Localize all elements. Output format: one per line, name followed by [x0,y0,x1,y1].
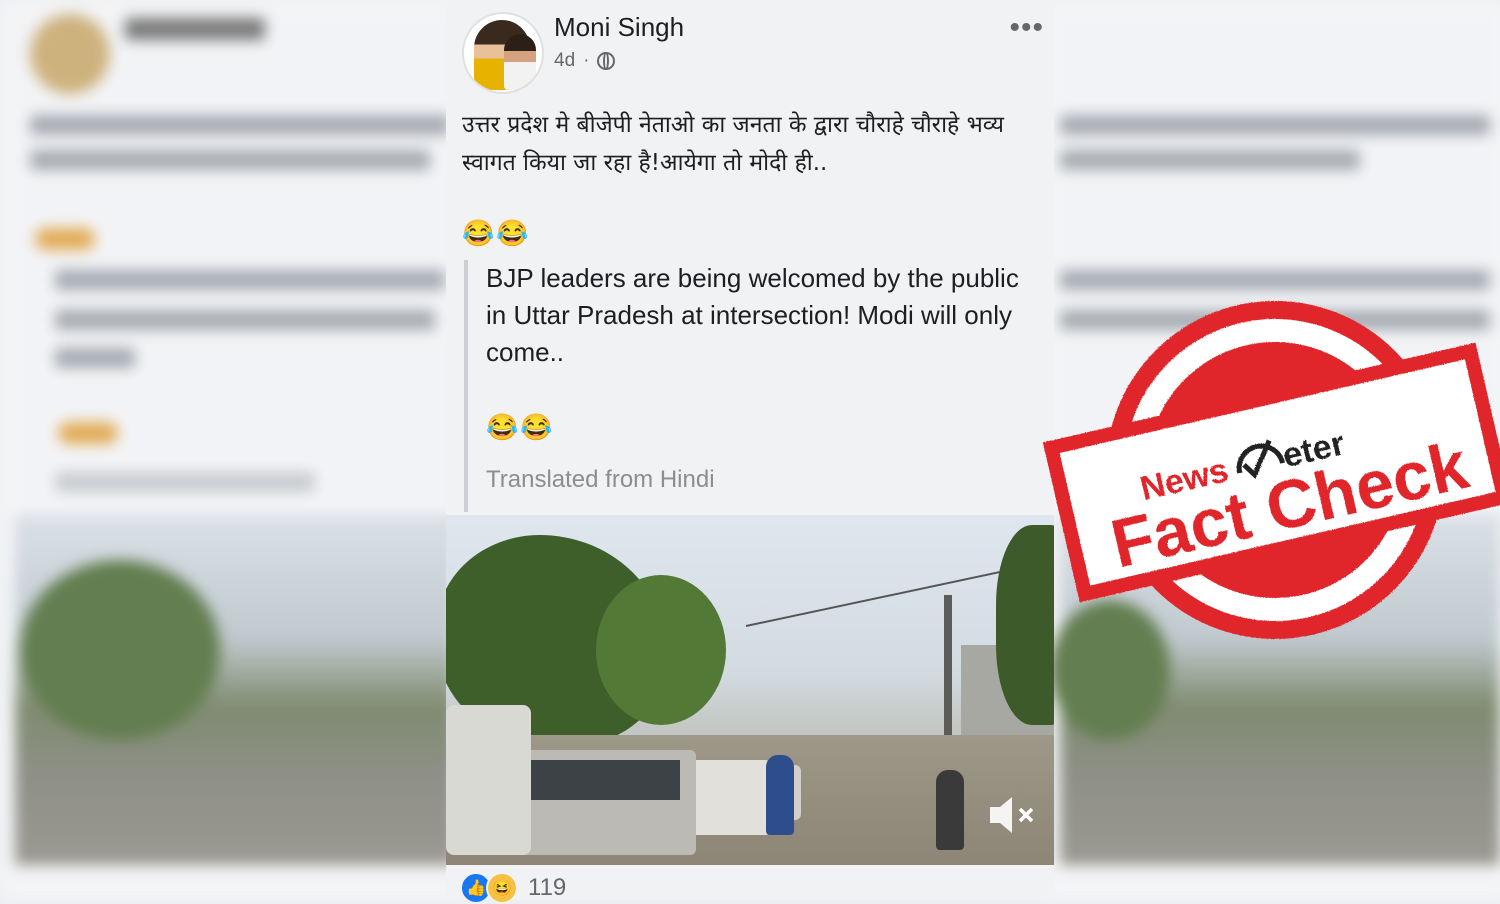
haha-icon: 😆 [486,872,518,904]
post-meta: 4d · [554,50,616,72]
blur-line [55,270,445,290]
mute-icon[interactable] [986,793,1038,837]
video-tree [596,575,726,725]
blur-line [30,115,450,135]
avatar-person-right [504,34,536,90]
blur-line [55,472,315,492]
laughing-emoji-translated: 😂😂 [486,412,555,442]
blur-line [1060,115,1490,135]
blur-line [30,150,430,170]
post-video[interactable] [446,515,1054,865]
laughing-emoji: 😂😂 [462,218,531,248]
video-vehicle-window [530,760,680,800]
fact-check-stamp: News eter Fact Check [1042,301,1500,639]
author-name[interactable]: Moni Singh [554,12,684,43]
blur-emoji [35,228,95,250]
video-person [766,755,794,835]
post-time[interactable]: 4d [554,50,575,72]
blur-name [125,18,265,40]
more-icon[interactable]: ••• [1009,13,1044,43]
blur-line [55,348,135,368]
globe-icon [597,52,616,70]
post-text-hindi: उत्तर प्रदेश मे बीजेपी नेताओ का जनता के … [462,112,1004,176]
facebook-post: Moni Singh 4d · ••• उत्तर प्रदेश मे बीजे… [446,0,1054,904]
translated-from-note[interactable]: Translated from Hindi [486,466,715,494]
blur-tree [20,560,220,740]
video-person [936,770,964,850]
reactions-row[interactable]: 👍 😆 119 [460,872,566,904]
reaction-count: 119 [528,874,567,901]
meta-separator: · [583,50,590,71]
blur-avatar [30,14,110,94]
video-vehicle [446,705,531,855]
blur-line [55,310,435,330]
blur-line [1060,270,1490,290]
translation-quote-bar [464,260,468,512]
video-vehicle [691,760,771,835]
blur-panel-left [0,0,470,900]
avatar[interactable] [462,12,544,94]
blur-line [1060,150,1360,170]
translated-text: BJP leaders are being welcomed by the pu… [486,263,1019,367]
blur-emoji [58,422,118,444]
